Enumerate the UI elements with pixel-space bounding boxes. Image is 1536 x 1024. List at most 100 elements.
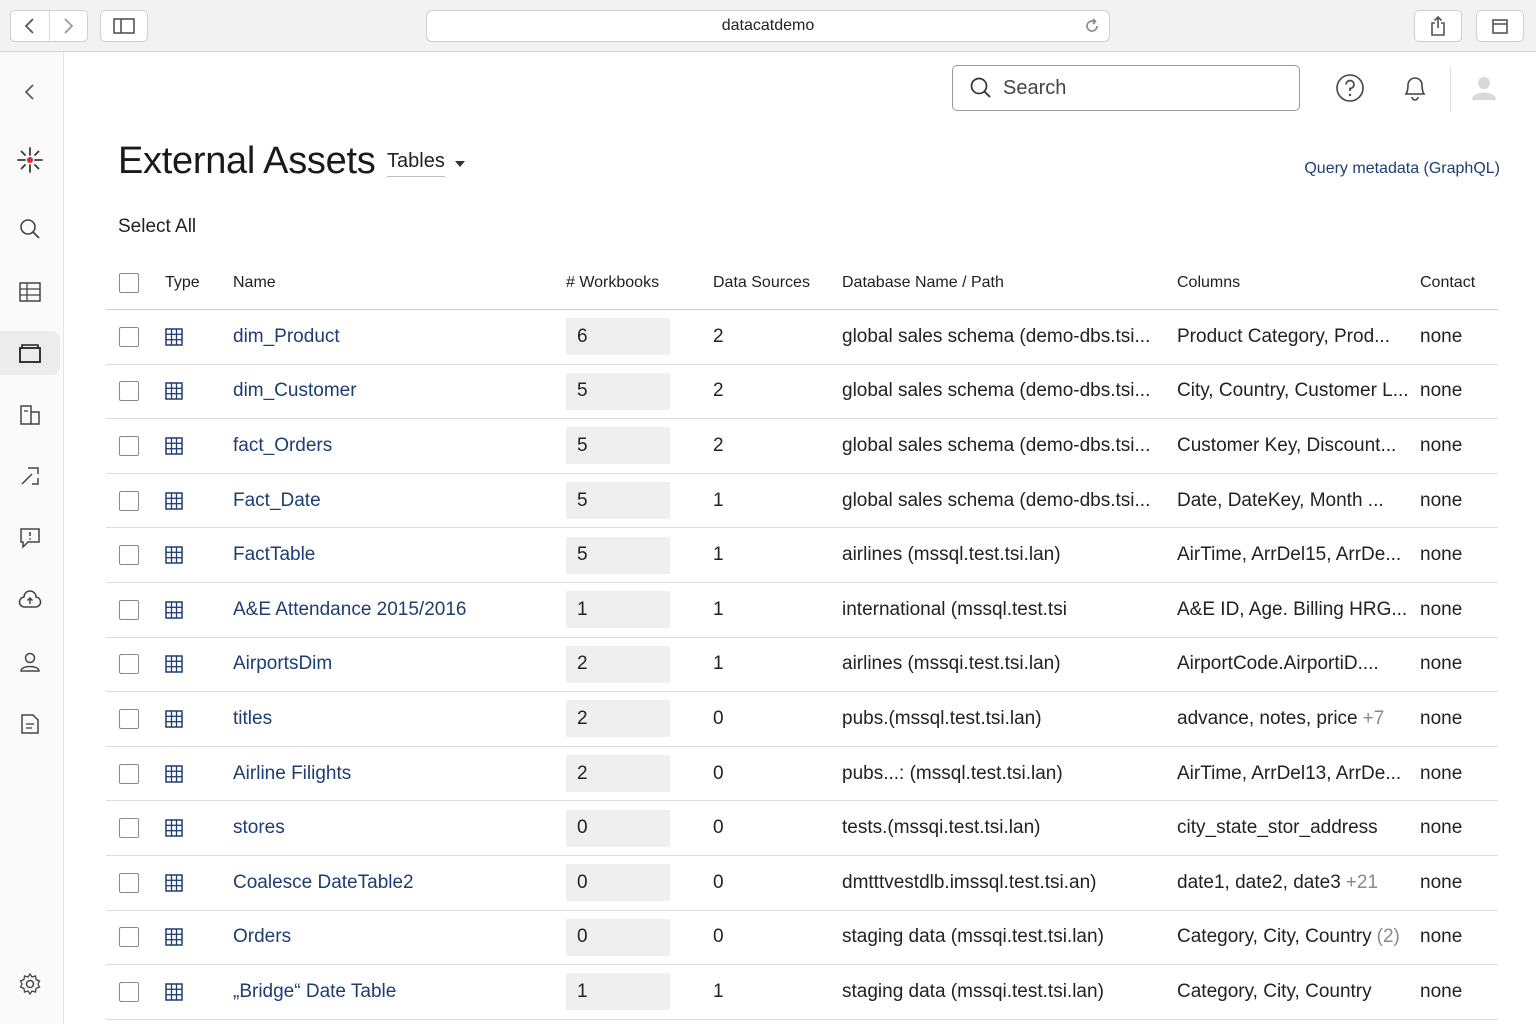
data-source-count: 1	[713, 653, 724, 675]
data-source-count: 0	[713, 762, 724, 784]
nav-documents[interactable]	[0, 702, 60, 746]
table-row[interactable]: Airline Filights 2 0 pubs...: (mssql.tes…	[106, 747, 1498, 802]
table-icon	[165, 710, 183, 728]
table-icon	[165, 819, 183, 837]
row-checkbox[interactable]	[119, 654, 139, 675]
nav-users[interactable]	[0, 640, 60, 684]
row-checkbox[interactable]	[119, 326, 139, 347]
collapse-nav-button[interactable]	[0, 70, 60, 114]
table-row[interactable]: fact_Orders 5 2 global sales schema (dem…	[106, 419, 1498, 474]
nav-data-sources[interactable]	[0, 393, 60, 437]
table-row[interactable]: AirportsDim 2 1 airlines (mssqi.test.tsi…	[106, 638, 1498, 693]
search-input[interactable]	[1003, 76, 1283, 100]
notifications-button[interactable]	[1397, 70, 1433, 106]
back-button[interactable]	[11, 11, 49, 41]
table-row[interactable]: dim_Product 6 2 global sales schema (dem…	[106, 310, 1498, 365]
row-checkbox[interactable]	[119, 381, 139, 402]
bell-icon	[1404, 77, 1426, 101]
settings-icon	[19, 972, 41, 996]
row-checkbox[interactable]	[119, 599, 139, 620]
table-row[interactable]: stores 0 0 tests.(mssqi.test.tsi.lan) ci…	[106, 801, 1498, 856]
asset-name-link[interactable]: Fact_Date	[233, 474, 553, 528]
asset-name-link[interactable]: A&E Attendance 2015/2016	[233, 583, 553, 637]
data-source-count: 0	[713, 707, 724, 729]
col-header-name[interactable]: Name	[233, 256, 553, 309]
table-row[interactable]: „Bridge“ Date Table 1 1 staging data (ms…	[106, 965, 1498, 1020]
help-button[interactable]	[1332, 70, 1368, 106]
col-header-data-sources[interactable]: Data Sources	[713, 256, 823, 309]
nav-tables[interactable]	[0, 270, 60, 314]
nav-search[interactable]	[0, 207, 60, 251]
row-checkbox[interactable]	[119, 545, 139, 566]
row-checkbox[interactable]	[119, 490, 139, 511]
documents-icon	[21, 714, 39, 734]
search-box[interactable]	[952, 65, 1300, 111]
asset-name-link[interactable]: Airline Filights	[233, 747, 553, 801]
workbook-count: 2	[566, 645, 670, 683]
asset-name-link[interactable]: Orders	[233, 911, 553, 965]
share-button[interactable]	[1414, 10, 1462, 42]
history-nav	[10, 10, 88, 42]
col-header-database[interactable]: Database Name / Path	[842, 256, 1160, 309]
row-checkbox[interactable]	[119, 927, 139, 948]
row-checkbox[interactable]	[119, 872, 139, 893]
forward-button[interactable]	[48, 11, 88, 41]
col-header-contact[interactable]: Contact	[1420, 256, 1498, 309]
col-header-type[interactable]: Type	[165, 256, 215, 309]
table-row[interactable]: Coalesce DateTable2 0 0 dmtttvestdlb.ims…	[106, 856, 1498, 911]
nav-feedback[interactable]	[0, 516, 60, 560]
column-list: date1, date2, date3 +21	[1177, 871, 1378, 893]
scope-dropdown[interactable]: Tables	[387, 150, 465, 177]
row-checkbox[interactable]	[119, 981, 139, 1002]
col-header-workbooks[interactable]: # Workbooks	[566, 256, 676, 309]
asset-name-link[interactable]: dim_Product	[233, 310, 553, 364]
asset-name-link[interactable]: Coalesce DateTable2	[233, 856, 553, 910]
help-icon	[1336, 74, 1364, 102]
sidebar-toggle-button[interactable]	[100, 10, 148, 42]
nav-lineage[interactable]	[0, 454, 60, 498]
home-logo[interactable]	[0, 138, 60, 182]
reload-icon[interactable]	[1083, 17, 1101, 40]
nav-external-assets[interactable]	[0, 331, 60, 375]
left-nav-rail	[0, 52, 64, 1024]
select-all-checkbox[interactable]	[119, 272, 139, 293]
table-row[interactable]: titles 2 0 pubs.(mssql.test.tsi.lan) adv…	[106, 692, 1498, 747]
account-avatar[interactable]	[1466, 70, 1502, 106]
column-list: Product Category, Prod...	[1177, 325, 1390, 347]
asset-name-link[interactable]: FactTable	[233, 528, 553, 582]
asset-name-link[interactable]: AirportsDim	[233, 638, 553, 692]
contact-value: none	[1420, 707, 1463, 729]
asset-name-link[interactable]: stores	[233, 801, 553, 855]
select-all-button[interactable]: Select All	[118, 216, 196, 238]
contact-value: none	[1420, 489, 1463, 511]
address-bar[interactable]: datacatdemo	[426, 10, 1110, 42]
graphql-link[interactable]: Query metadata (GraphQL)	[1304, 160, 1500, 178]
row-checkbox[interactable]	[119, 435, 139, 456]
col-header-columns[interactable]: Columns	[1177, 256, 1413, 309]
column-list: Category, City, Country (2)	[1177, 926, 1400, 948]
nav-upload[interactable]	[0, 578, 60, 622]
row-checkbox[interactable]	[119, 763, 139, 784]
database-path: global sales schema (demo-dbs.tsi...	[842, 489, 1151, 511]
avatar-icon	[1472, 77, 1496, 100]
table-row[interactable]: Fact_Date 5 1 global sales schema (demo-…	[106, 474, 1498, 529]
tabs-button[interactable]	[1476, 10, 1524, 42]
row-checkbox[interactable]	[119, 818, 139, 839]
asset-name-link[interactable]: titles	[233, 692, 553, 746]
row-checkbox[interactable]	[119, 708, 139, 729]
workbook-count: 5	[566, 536, 670, 574]
table-row[interactable]: A&E Attendance 2015/2016 1 1 internation…	[106, 583, 1498, 638]
column-list: City, Country, Customer L...	[1177, 380, 1409, 402]
table-row[interactable]: FactTable 5 1 airlines (mssql.test.tsi.l…	[106, 528, 1498, 583]
more-columns-count: +21	[1345, 871, 1378, 893]
column-list: Customer Key, Discount...	[1177, 434, 1397, 456]
asset-name-link[interactable]: dim_Customer	[233, 365, 553, 419]
tables-icon	[19, 282, 41, 302]
table-icon	[165, 873, 183, 892]
table-row[interactable]: dim_Customer 5 2 global sales schema (de…	[106, 365, 1498, 420]
asset-name-link[interactable]: „Bridge“ Date Table	[233, 965, 553, 1019]
table-row[interactable]: Orders 0 0 staging data (mssqi.test.tsi.…	[106, 911, 1498, 966]
asset-name-link[interactable]: fact_Orders	[233, 419, 553, 473]
nav-settings[interactable]	[0, 962, 60, 1006]
workbook-count: 0	[566, 864, 670, 902]
